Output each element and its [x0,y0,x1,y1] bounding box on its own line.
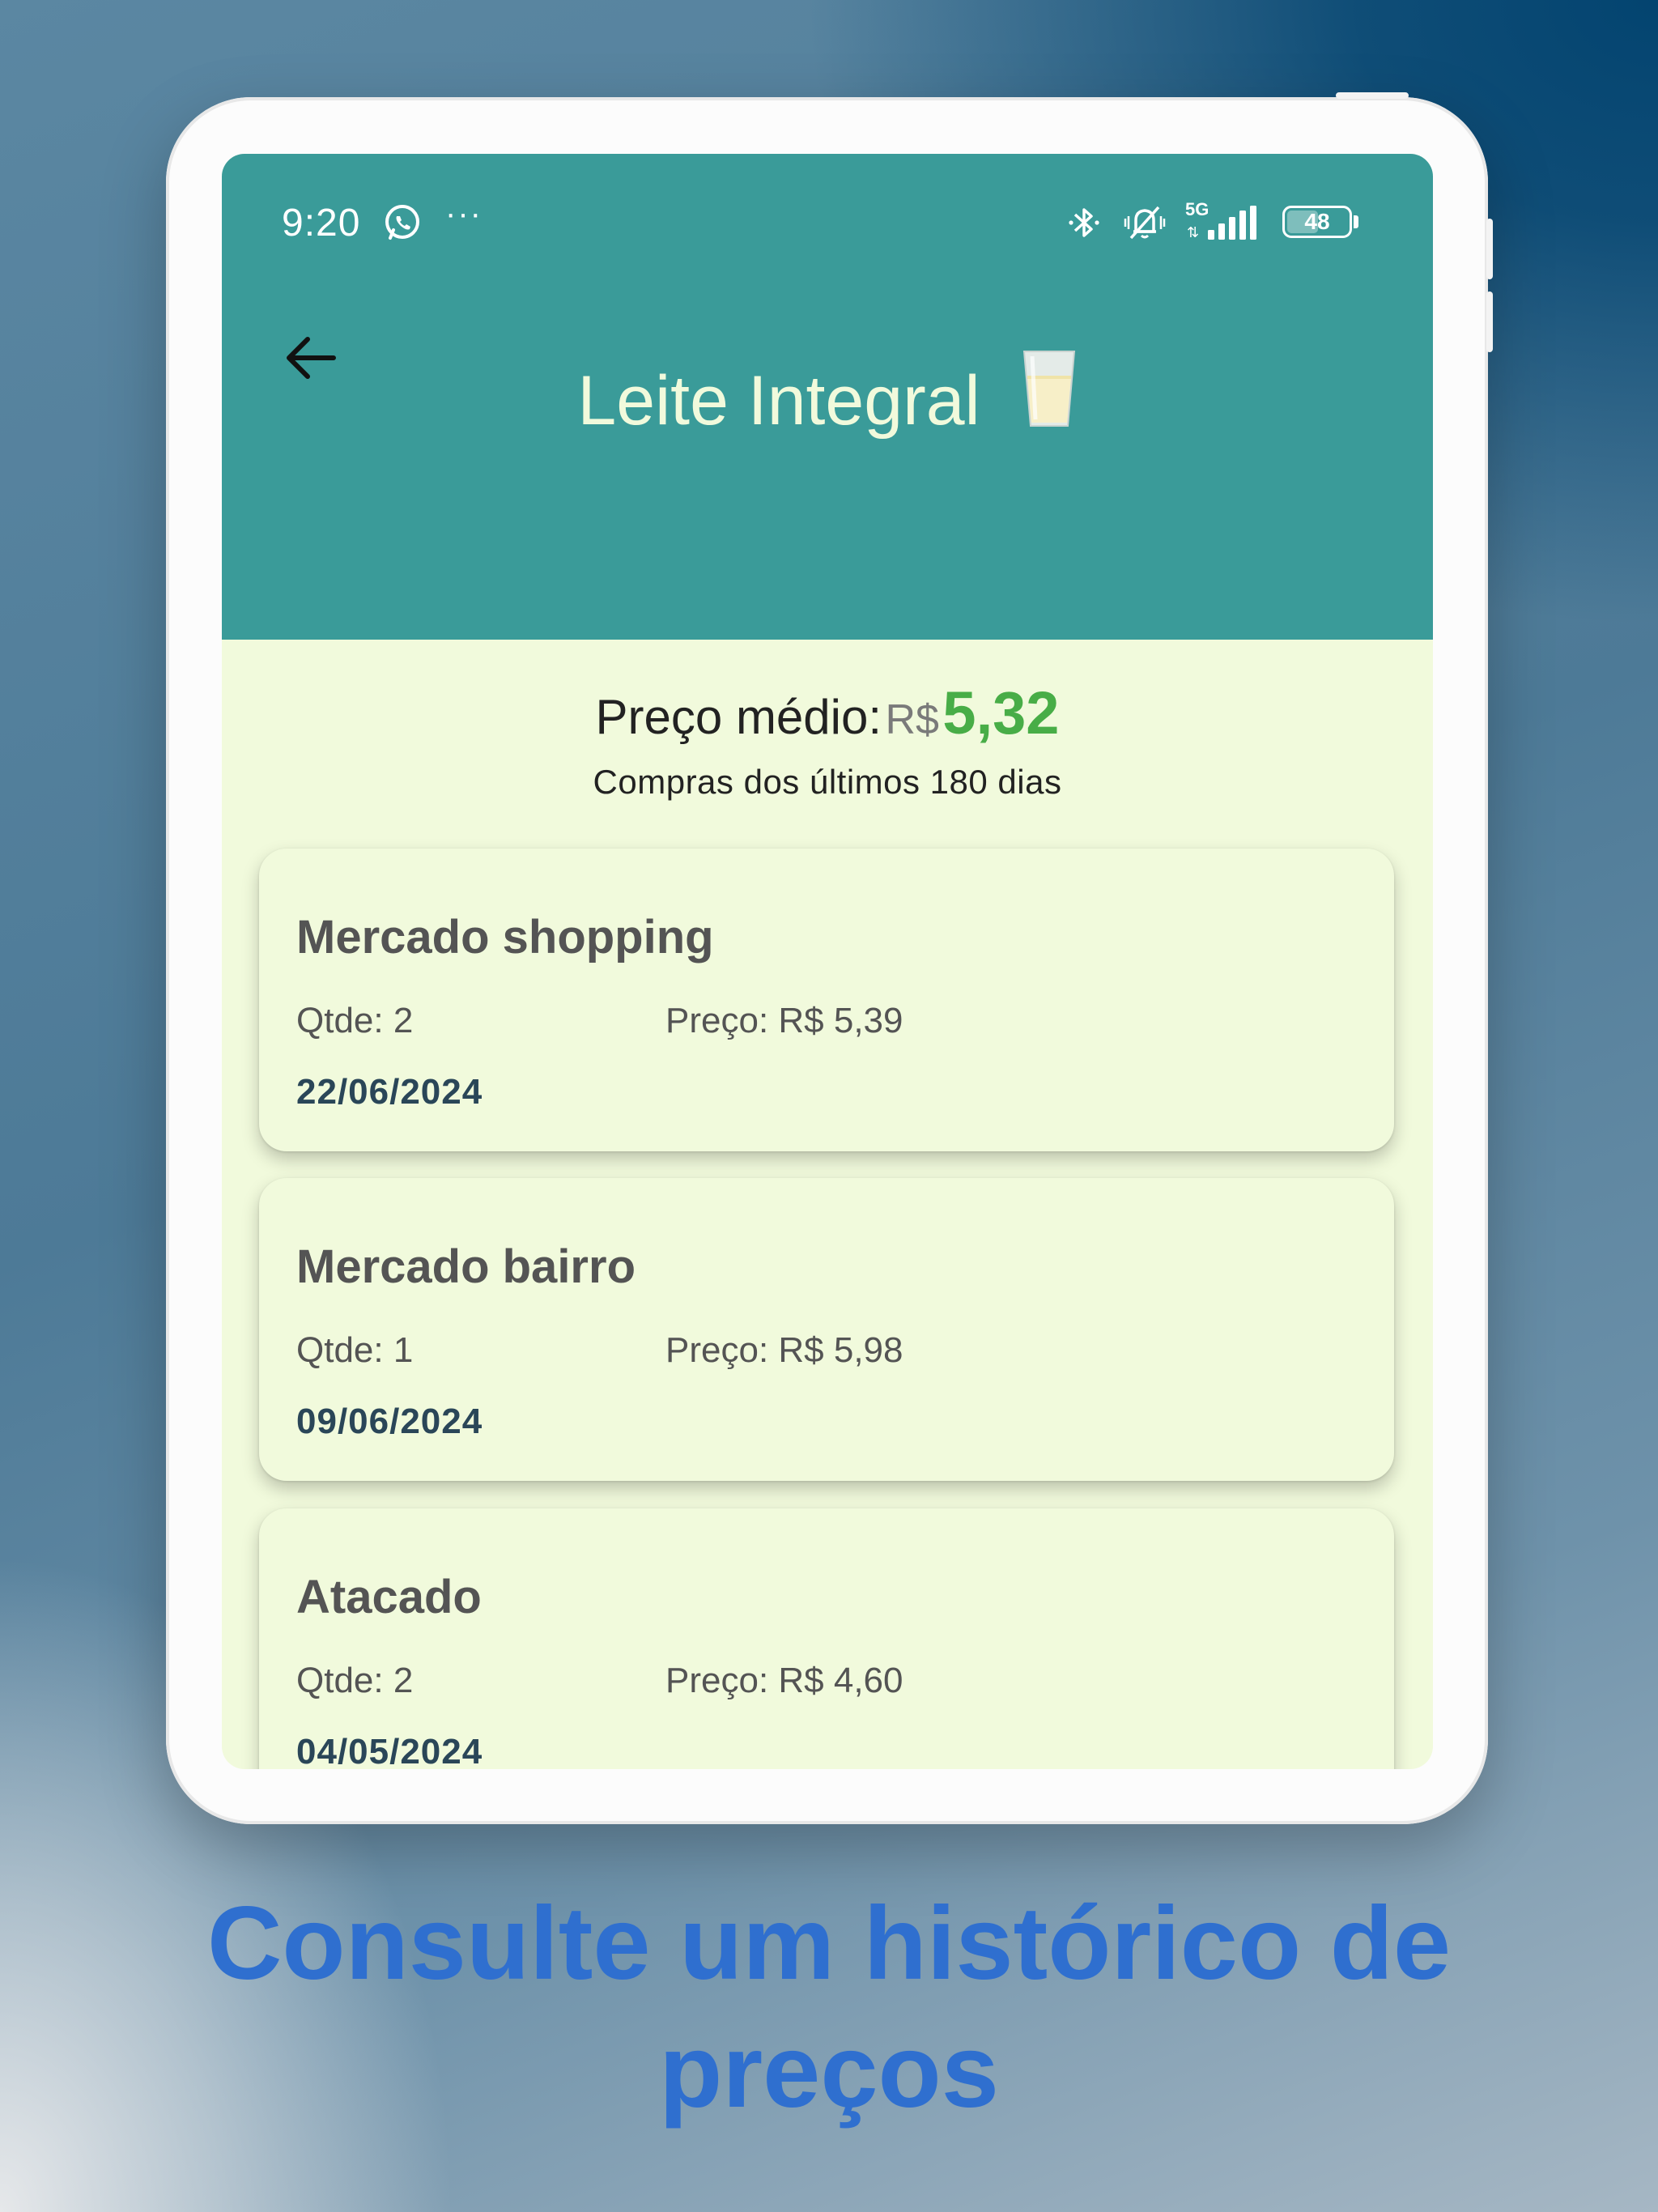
purchase-date: 22/06/2024 [296,1072,483,1112]
muted-bell-icon [1124,206,1166,240]
average-price-currency: R$ [885,696,939,743]
whatsapp-icon [385,205,419,240]
app-bar: 9:20 ··· 5G ⇅ 48 Leite Integral [222,154,1433,640]
status-time: 9:20 [282,202,361,245]
page-title: Leite Integral [222,348,1433,441]
period-subtitle: Compras dos últimos 180 dias [593,763,1062,801]
purchase-card[interactable]: Atacado Qtde: 2 Preço: R$ 4,60 04/05/202… [259,1508,1394,1769]
store-name: Atacado [296,1571,482,1623]
purchase-quantity: Qtde: 1 [296,1330,414,1370]
average-price: Preço médio: R$ 5,32 [222,678,1433,747]
purchase-card[interactable]: Mercado shopping Qtde: 2 Preço: R$ 5,39 … [259,849,1394,1151]
product-name: Leite Integral [577,362,980,440]
power-button [1336,92,1409,99]
average-price-label: Preço médio: [595,690,882,744]
cellular-signal-icon: 5G ⇅ [1185,199,1260,243]
battery-icon: 48 [1282,206,1360,240]
battery-level: 48 [1304,209,1330,234]
purchase-date: 09/06/2024 [296,1402,483,1441]
average-price-value: 5,32 [942,679,1060,747]
purchase-quantity: Qtde: 2 [296,1001,414,1040]
bluetooth-icon [1069,208,1099,237]
purchase-price: Preço: R$ 5,39 [665,1001,903,1040]
promo-caption: Consulte um histórico de preços [0,1880,1658,2136]
app-screen: 9:20 ··· 5G ⇅ 48 Leite Integral Preço mé… [222,154,1433,1769]
store-name: Mercado bairro [296,1240,636,1293]
store-name: Mercado shopping [296,911,714,963]
purchase-price: Preço: R$ 4,60 [665,1661,903,1700]
purchase-price: Preço: R$ 5,98 [665,1330,903,1370]
more-notifications-icon: ··· [445,196,483,232]
status-bar: 9:20 ··· 5G ⇅ 48 [222,154,1433,245]
volume-down-button [1486,291,1493,352]
promo-caption-line-1: Consulte um histórico de [206,1886,1452,2001]
network-type-label: 5G [1185,199,1209,219]
purchase-date: 04/05/2024 [296,1732,483,1769]
purchase-quantity: Qtde: 2 [296,1661,414,1700]
status-icons: 5G ⇅ 48 [1064,199,1360,243]
promo-caption-line-2: preços [659,2014,999,2129]
milk-glass-icon [1022,351,1075,427]
purchase-card[interactable]: Mercado bairro Qtde: 1 Preço: R$ 5,98 09… [259,1178,1394,1481]
